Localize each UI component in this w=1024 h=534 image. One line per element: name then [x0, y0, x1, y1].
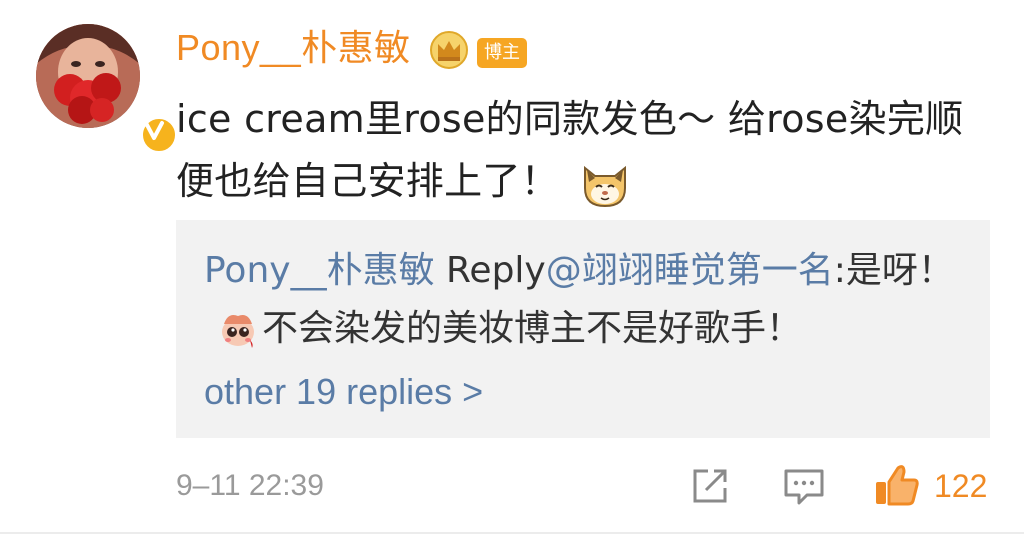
blogger-badge: 博主 — [477, 38, 527, 68]
crown-icon — [430, 31, 468, 69]
avatar-image — [36, 24, 140, 128]
cat-face-emoji-icon — [584, 165, 627, 207]
reply-action: Reply — [434, 250, 546, 291]
reply-box[interactable]: Pony__朴惠敏 Reply@翊翊睡觉第一名:是呀！ 不会染发的美妆博主不是好… — [176, 220, 990, 438]
reply-mention-link[interactable]: @翊翊睡觉第一名 — [546, 250, 834, 291]
comment-icon[interactable] — [783, 468, 825, 506]
verified-badge — [140, 116, 178, 154]
reply-text: Pony__朴惠敏 Reply@翊翊睡觉第一名:是呀！ 不会染发的美妆博主不是好… — [204, 242, 964, 358]
comment-body: ice cream里rose的同款发色～ 给rose染完顺便也给自己安排上了！ — [176, 97, 964, 203]
username[interactable]: Pony__朴惠敏 — [176, 26, 411, 70]
reply-author-link[interactable]: Pony__朴惠敏 — [204, 250, 435, 291]
avatar[interactable] — [36, 24, 178, 154]
like-count: 122 — [934, 468, 988, 504]
verified-v-icon — [144, 121, 164, 140]
more-replies-link[interactable]: other 19 replies > — [204, 370, 483, 414]
reply-text-end: 不会染发的美妆博主不是好歌手！ — [262, 308, 803, 349]
share-icon[interactable] — [690, 466, 730, 506]
cute-crying-emoji-icon — [222, 315, 254, 348]
comment-text: ice cream里rose的同款发色～ 给rose染完顺便也给自己安排上了！ — [176, 88, 996, 212]
timestamp: 9–11 22:39 — [176, 469, 324, 502]
reply-text-start: :是呀！ — [833, 250, 954, 291]
like-thumbs-up-icon[interactable] — [874, 462, 920, 508]
